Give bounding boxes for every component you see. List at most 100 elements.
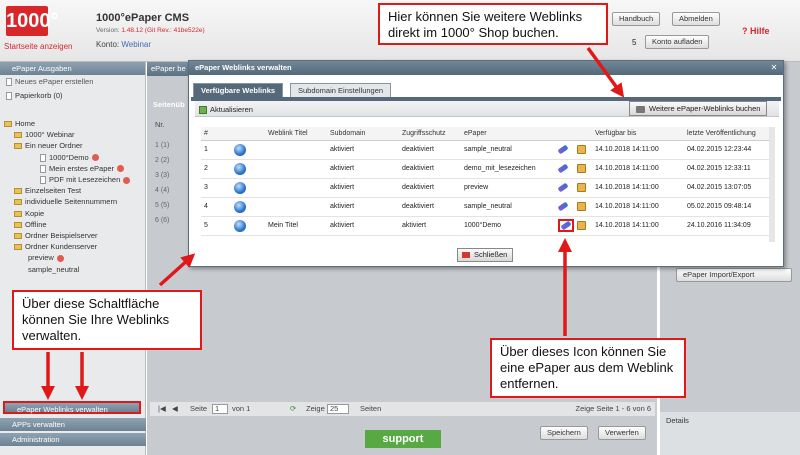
remove-epaper-highlight — [558, 219, 574, 232]
row-title — [265, 197, 327, 217]
edit-weblink-icon[interactable] — [577, 164, 586, 173]
tree-item[interactable]: Home — [4, 118, 130, 129]
remove-epaper-icon[interactable] — [557, 201, 569, 212]
globe-icon[interactable] — [234, 181, 246, 194]
konto-label: Konto: — [96, 40, 120, 49]
save-button[interactable]: Speichern — [540, 426, 588, 440]
doc-icon — [40, 153, 46, 162]
new-epaper-label: Neues ePaper erstellen — [15, 77, 94, 86]
table-row[interactable]: 4 aktiviert deaktiviert sample_neutral 1… — [201, 197, 769, 217]
row-access: aktiviert — [399, 216, 461, 236]
remove-epaper-icon[interactable] — [557, 144, 569, 155]
konto-value[interactable]: Webinar — [121, 40, 151, 49]
logo[interactable]: 1000° — [6, 6, 59, 36]
buy-weblinks-button[interactable]: Weitere ePaper-Weblinks buchen — [629, 101, 768, 116]
administration-item[interactable]: Administration — [0, 433, 146, 446]
globe-icon[interactable] — [234, 200, 246, 213]
support-button[interactable]: support — [365, 430, 441, 448]
page-row[interactable]: 6 (6) — [155, 213, 169, 228]
col-last-published[interactable]: letzte Veröffentlichung — [684, 127, 769, 141]
tree-item[interactable]: individuelle Seitennummern — [4, 196, 130, 207]
details-panel: Details — [660, 412, 800, 455]
col-subdomain[interactable]: Subdomain — [327, 127, 399, 141]
tree-item[interactable]: Kopie — [4, 208, 130, 219]
col-access[interactable]: Zugriffsschutz — [399, 127, 461, 141]
tree-item[interactable]: Offline — [4, 219, 130, 230]
refresh-label: Aktualisieren — [210, 105, 253, 114]
import-export-button[interactable]: ePaper Import/Export — [676, 268, 792, 282]
col-title[interactable]: Weblink Titel — [265, 127, 327, 141]
pager-prev-icon[interactable]: ◀ — [172, 402, 178, 416]
tree-item[interactable]: Ein neuer Ordner — [4, 140, 130, 151]
edit-cell — [574, 178, 592, 198]
remove-epaper-icon[interactable] — [560, 220, 572, 231]
edit-weblink-icon[interactable] — [577, 183, 586, 192]
folder-icon — [14, 233, 22, 240]
pager-per-page-input[interactable]: 25 — [327, 404, 349, 414]
sidebar-head[interactable]: ePaper Ausgaben — [0, 62, 145, 75]
globe-icon[interactable] — [234, 162, 246, 175]
pager-first-icon[interactable]: |◀ — [158, 402, 166, 416]
tab-subdomain-settings[interactable]: Subdomain Einstellungen — [290, 83, 392, 97]
page-row[interactable]: 5 (5) — [155, 198, 169, 213]
globe-icon[interactable] — [234, 219, 246, 232]
table-row[interactable]: 3 aktiviert deaktiviert preview 14.10.20… — [201, 178, 769, 198]
row-last-published: 05.02.2015 09:48:14 — [684, 197, 769, 217]
remove-epaper-icon[interactable] — [557, 182, 569, 193]
globe-icon-cell — [231, 216, 265, 236]
tree-item[interactable]: Mein erstes ePaper — [4, 163, 130, 174]
new-epaper-item[interactable]: Neues ePaper erstellen — [0, 75, 145, 89]
remove-epaper-icon[interactable] — [557, 163, 569, 174]
edit-badge-icon — [56, 254, 64, 262]
tab-available-weblinks[interactable]: Verfügbare Weblinks — [193, 83, 284, 97]
edit-weblink-icon[interactable] — [577, 221, 586, 230]
edit-weblink-icon[interactable] — [577, 145, 586, 154]
page-row[interactable]: 3 (3) — [155, 168, 169, 183]
table-row[interactable]: 1 aktiviert deaktiviert sample_neutral 1… — [201, 140, 769, 160]
table-row[interactable]: 2 aktiviert deaktiviert demo_mit_lesezei… — [201, 159, 769, 179]
row-number: 1 — [201, 140, 231, 160]
weblinks-manage-item[interactable]: ePaper Weblinks verwalten — [3, 401, 141, 414]
col-available-until[interactable]: Verfügbar bis — [592, 127, 684, 141]
col-number[interactable]: # — [201, 127, 231, 141]
tree-item[interactable]: preview — [4, 252, 130, 263]
row-epaper: sample_neutral — [461, 140, 555, 160]
tree-item[interactable]: Ordner Kundenserver — [4, 241, 130, 252]
table-scrollbar[interactable] — [769, 127, 775, 242]
tree-item[interactable]: PDF mit Lesezeichen — [4, 174, 131, 185]
folder-icon — [4, 121, 12, 128]
col-remove — [555, 127, 574, 141]
app-title: 1000°ePaper CMS — [96, 12, 190, 24]
tree-item[interactable]: Ordner Beispielserver — [4, 230, 130, 241]
table-row[interactable]: 5 Mein Titel aktiviert aktiviert 1000°De… — [201, 216, 769, 236]
home-link[interactable]: Startseite anzeigen — [4, 42, 73, 51]
tree-item[interactable]: Einzelseiten Test — [4, 185, 130, 196]
edit-weblink-icon[interactable] — [577, 202, 586, 211]
logout-button[interactable]: Abmelden — [672, 12, 720, 26]
globe-icon[interactable] — [234, 143, 246, 156]
discard-button[interactable]: Verwerfen — [598, 426, 646, 440]
tree-item[interactable]: 1000°Demo — [4, 152, 130, 163]
page-row[interactable]: 2 (2) — [155, 153, 169, 168]
refresh-button[interactable]: Aktualisieren — [199, 104, 253, 115]
folder-icon — [14, 188, 22, 195]
globe-icon-cell — [231, 197, 265, 217]
col-epaper[interactable]: ePaper — [461, 127, 555, 141]
handbuch-button[interactable]: Handbuch — [612, 12, 661, 26]
row-last-published: 04.02.2015 12:23:44 — [684, 140, 769, 160]
page-row[interactable]: 1 (1) — [155, 138, 169, 153]
modal-toolbar: Aktualisieren Weitere ePaper-Weblinks bu… — [195, 101, 779, 117]
trash-item[interactable]: Papierkorb (0) — [0, 89, 145, 103]
konto-aufladen-button[interactable]: Konto aufladen — [645, 35, 710, 49]
help-link[interactable]: ? Hilfe — [742, 26, 770, 36]
tree-item[interactable]: 1000° Webinar — [4, 129, 130, 140]
close-modal-button[interactable]: Schließen — [457, 248, 514, 262]
trash-label: Papierkorb (0) — [15, 91, 63, 100]
apps-manage-item[interactable]: APPs verwalten — [0, 418, 146, 431]
close-icon[interactable]: ✕ — [769, 63, 779, 72]
refresh-icon[interactable]: ⟳ — [290, 402, 296, 416]
pager-page-input[interactable]: 1 — [212, 404, 228, 414]
close-modal-label: Schließen — [474, 250, 508, 259]
tree-item[interactable]: sample_neutral — [4, 264, 130, 275]
page-row[interactable]: 4 (4) — [155, 183, 169, 198]
